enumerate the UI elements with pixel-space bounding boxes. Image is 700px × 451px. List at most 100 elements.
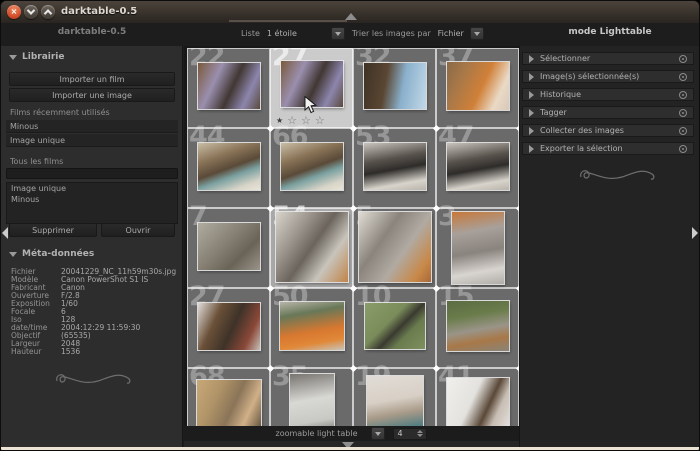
- thumbnail[interactable]: [364, 63, 426, 109]
- thumbnail[interactable]: [359, 212, 431, 282]
- film-list-item[interactable]: Image unique: [7, 183, 177, 194]
- thumbnail[interactable]: [447, 378, 509, 426]
- presets-icon[interactable]: [679, 145, 687, 153]
- thumbnail[interactable]: [198, 303, 260, 350]
- thumbnail[interactable]: [198, 143, 260, 190]
- module-tagger[interactable]: Tagger: [522, 106, 694, 119]
- presets-icon[interactable]: [679, 73, 687, 81]
- module-label: Image(s) sélectionnée(s): [540, 72, 673, 81]
- thumbnail[interactable]: [365, 303, 425, 349]
- thumbnail[interactable]: [364, 143, 426, 190]
- metadata-expander[interactable]: Méta-données: [9, 249, 94, 259]
- thumbnail[interactable]: [447, 62, 509, 110]
- expand-triangle-icon: [529, 127, 534, 135]
- spinner-arrows[interactable]: [417, 430, 423, 437]
- meta-value: 1536: [61, 348, 183, 356]
- image-cell[interactable]: 68: [187, 368, 270, 426]
- recent-film-item[interactable]: Image unique: [6, 134, 178, 147]
- image-grid: 2227★☆☆☆32374466534775453275010156835194…: [187, 48, 519, 426]
- image-cell[interactable]: 32: [353, 48, 436, 128]
- image-cell[interactable]: 22: [187, 48, 270, 128]
- star-empty-icon[interactable]: ☆: [301, 116, 311, 126]
- mouse-cursor-icon: [304, 96, 318, 114]
- module-label: Tagger: [540, 108, 673, 117]
- thumbnail[interactable]: [198, 63, 260, 109]
- star-empty-icon[interactable]: ☆: [315, 116, 325, 126]
- film-listbox[interactable]: Image unique Minous: [6, 182, 178, 224]
- library-expander[interactable]: Librairie: [9, 52, 65, 62]
- collapse-top-arrow-icon[interactable]: [345, 13, 357, 20]
- expand-triangle-icon: [529, 73, 534, 81]
- thumbnail[interactable]: [197, 380, 261, 426]
- image-cell[interactable]: 15: [436, 288, 519, 368]
- presets-icon[interactable]: [679, 91, 687, 99]
- expand-triangle-icon: [529, 109, 534, 117]
- rating-dropdown-button[interactable]: [331, 27, 345, 40]
- image-cell[interactable]: 47: [436, 128, 519, 208]
- thumbnail[interactable]: [276, 212, 348, 282]
- delete-film-button[interactable]: Supprimer: [9, 223, 97, 237]
- close-button[interactable]: ×: [7, 5, 21, 19]
- image-cell[interactable]: 19: [353, 368, 436, 426]
- image-cell[interactable]: 66: [270, 128, 353, 208]
- image-cell[interactable]: 53: [353, 128, 436, 208]
- module-label: Exporter la sélection: [540, 144, 673, 153]
- top-slider-track[interactable]: [229, 20, 347, 22]
- recent-film-item[interactable]: Minous: [6, 120, 178, 133]
- image-cell[interactable]: 7: [187, 208, 270, 288]
- window-bottom-edge: [1, 447, 699, 450]
- meta-value: Canon PowerShot S1 IS: [61, 276, 183, 284]
- image-cell[interactable]: 44: [187, 128, 270, 208]
- expand-triangle-icon: [529, 55, 534, 63]
- meta-value: F/2.8: [61, 292, 183, 300]
- rating-filter-select[interactable]: 1 étoile: [267, 27, 345, 41]
- right-panel: Sélectionner Image(s) sélectionnée(s) Hi…: [519, 46, 699, 447]
- import-film-button[interactable]: Importer un film: [9, 72, 175, 86]
- film-search-input[interactable]: [6, 168, 178, 179]
- presets-icon[interactable]: [679, 55, 687, 63]
- image-cell[interactable]: 54: [270, 208, 353, 288]
- meta-value: 1/60: [61, 300, 183, 308]
- film-list-item[interactable]: Minous: [7, 194, 177, 205]
- image-cell[interactable]: 41: [436, 368, 519, 426]
- recent-films-label: Films récemment utilisés: [10, 108, 110, 117]
- image-cell[interactable]: 50: [270, 288, 353, 368]
- sort-dropdown-button[interactable]: [470, 27, 484, 40]
- thumbnail[interactable]: [290, 374, 334, 426]
- zoom-level-spinner[interactable]: 4: [393, 428, 427, 440]
- module-selectionner[interactable]: Sélectionner: [522, 52, 694, 65]
- module-historique[interactable]: Historique: [522, 88, 694, 101]
- thumbnail[interactable]: [281, 143, 343, 190]
- maximize-button[interactable]: [41, 5, 55, 19]
- thumbnail[interactable]: [447, 301, 509, 351]
- presets-icon[interactable]: [679, 127, 687, 135]
- module-images-selectionnees[interactable]: Image(s) sélectionnée(s): [522, 70, 694, 83]
- star-empty-icon[interactable]: ☆: [287, 116, 297, 126]
- minimize-button[interactable]: [24, 5, 38, 19]
- left-panel: Librairie Importer un film Importer une …: [1, 46, 183, 447]
- star-filled-icon[interactable]: ★: [276, 116, 283, 126]
- import-image-button[interactable]: Importer une image: [9, 88, 175, 102]
- metadata-title: Méta-données: [22, 249, 94, 259]
- image-cell[interactable]: 5: [353, 208, 436, 288]
- thumbnail[interactable]: [447, 143, 509, 190]
- star-rating[interactable]: ★ ☆ ☆ ☆: [276, 116, 325, 126]
- image-cell[interactable]: 27★☆☆☆: [270, 48, 353, 128]
- sort-select[interactable]: Fichier: [438, 27, 484, 41]
- image-cell[interactable]: 37: [436, 48, 519, 128]
- thumbnail[interactable]: [452, 212, 504, 284]
- image-cell[interactable]: 27: [187, 288, 270, 368]
- module-collecter-images[interactable]: Collecter des images: [522, 124, 694, 137]
- view-dropdown-button[interactable]: [371, 427, 385, 440]
- image-cell[interactable]: 10: [353, 288, 436, 368]
- image-cell[interactable]: 3: [436, 208, 519, 288]
- open-film-button[interactable]: Ouvrir: [101, 223, 175, 237]
- thumbnail[interactable]: [198, 223, 260, 270]
- presets-icon[interactable]: [679, 109, 687, 117]
- thumbnail[interactable]: [367, 376, 423, 426]
- collapse-right-arrow-icon[interactable]: [692, 227, 698, 239]
- image-cell[interactable]: 35: [270, 368, 353, 426]
- collapse-left-arrow-icon[interactable]: [2, 227, 8, 239]
- module-exporter-selection[interactable]: Exporter la sélection: [522, 142, 694, 155]
- thumbnail[interactable]: [280, 302, 344, 350]
